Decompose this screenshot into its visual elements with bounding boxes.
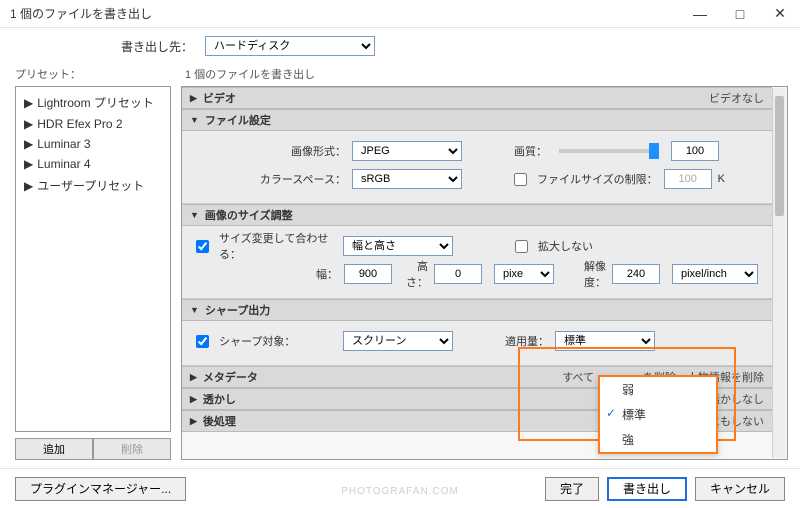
- no-enlarge-checkbox[interactable]: [515, 240, 528, 253]
- resolution-input[interactable]: [612, 264, 660, 284]
- panel-scrollbar[interactable]: [772, 88, 786, 458]
- presets-label: プリセット：: [15, 66, 171, 82]
- section-resize-header[interactable]: 画像のサイズ調整: [182, 204, 772, 226]
- preset-add-button[interactable]: 追加: [15, 438, 93, 460]
- resize-fit-select[interactable]: 幅と高さ: [343, 236, 453, 256]
- preset-item[interactable]: ▶HDR Efex Pro 2: [18, 114, 168, 134]
- settings-panel: ビデオ ビデオなし ファイル設定 画像形式： JPEG 画質： カラースペース：…: [181, 86, 788, 460]
- chevron-right-icon: ▶: [24, 157, 33, 171]
- maximize-button[interactable]: □: [720, 0, 760, 28]
- sharpen-amount-dropdown[interactable]: 弱 標準 強: [598, 375, 718, 454]
- size-unit-select[interactable]: pixel: [494, 264, 554, 284]
- chevron-right-icon: ▶: [24, 117, 33, 131]
- format-select[interactable]: JPEG: [352, 141, 462, 161]
- filesize-limit-input[interactable]: [664, 169, 712, 189]
- quality-label: 画質：: [514, 143, 547, 159]
- export-dest-select[interactable]: ハードディスク: [205, 36, 375, 56]
- format-label: 画像形式：: [196, 143, 346, 159]
- height-label: 高さ：: [406, 258, 428, 290]
- width-label: 幅：: [316, 266, 338, 282]
- preset-item[interactable]: ▶Lightroom プリセット: [18, 91, 168, 114]
- dropdown-option-strong[interactable]: 強: [600, 427, 716, 452]
- presets-list[interactable]: ▶Lightroom プリセット ▶HDR Efex Pro 2 ▶Lumina…: [15, 86, 171, 432]
- titlebar: 1 個のファイルを書き出し — □ ✕: [0, 0, 800, 28]
- slider-thumb[interactable]: [649, 143, 659, 159]
- filesize-limit-label: ファイルサイズの制限：: [537, 171, 658, 187]
- right-panel-label: 1 個のファイルを書き出し: [185, 66, 788, 82]
- sharpen-amount-select[interactable]: 標準: [555, 331, 655, 351]
- sharpen-target-label: シャープ対象：: [219, 333, 337, 349]
- scrollbar-thumb[interactable]: [775, 96, 784, 216]
- dropdown-option-standard[interactable]: 標準: [600, 402, 716, 427]
- no-enlarge-label: 拡大しない: [538, 238, 593, 254]
- resize-fit-checkbox[interactable]: [196, 240, 209, 253]
- resize-fit-label: サイズ変更して合わせる：: [219, 230, 337, 262]
- width-input[interactable]: [344, 264, 392, 284]
- section-sharpen-body: シャープ対象： スクリーン 適用量： 標準: [182, 321, 772, 366]
- height-input[interactable]: [434, 264, 482, 284]
- section-sharpen-header[interactable]: シャープ出力: [182, 299, 772, 321]
- filesize-limit-checkbox[interactable]: [514, 173, 527, 186]
- colorspace-select[interactable]: sRGB: [352, 169, 462, 189]
- sharpen-target-select[interactable]: スクリーン: [343, 331, 453, 351]
- colorspace-label: カラースペース：: [196, 171, 346, 187]
- section-video-header[interactable]: ビデオ ビデオなし: [182, 87, 772, 109]
- section-file-header[interactable]: ファイル設定: [182, 109, 772, 131]
- preset-item[interactable]: ▶Luminar 4: [18, 154, 168, 174]
- resolution-unit-select[interactable]: pixel/inch: [672, 264, 758, 284]
- export-dest-label: 書き出し先：: [0, 38, 205, 55]
- quality-input[interactable]: [671, 141, 719, 161]
- chevron-right-icon: ▶: [24, 137, 33, 151]
- section-file-body: 画像形式： JPEG 画質： カラースペース： sRGB ファイルサイズの制限：…: [182, 131, 772, 204]
- done-button[interactable]: 完了: [545, 477, 599, 501]
- quality-slider[interactable]: [559, 149, 659, 153]
- preset-item[interactable]: ▶Luminar 3: [18, 134, 168, 154]
- preset-item[interactable]: ▶ユーザープリセット: [18, 174, 168, 197]
- resolution-label: 解像度：: [580, 258, 606, 290]
- chevron-right-icon: ▶: [24, 96, 33, 110]
- export-button[interactable]: 書き出し: [607, 477, 687, 501]
- section-resize-body: サイズ変更して合わせる： 幅と高さ 拡大しない 幅： 高さ： pixel 解像度…: [182, 226, 772, 299]
- minimize-button[interactable]: —: [680, 0, 720, 28]
- cancel-button[interactable]: キャンセル: [695, 477, 785, 501]
- preset-remove-button[interactable]: 削除: [93, 438, 171, 460]
- close-button[interactable]: ✕: [760, 0, 800, 28]
- sharpen-enable-checkbox[interactable]: [196, 335, 209, 348]
- plugin-manager-button[interactable]: プラグインマネージャー...: [15, 477, 186, 501]
- dropdown-option-weak[interactable]: 弱: [600, 377, 716, 402]
- window-title: 1 個のファイルを書き出し: [10, 5, 152, 22]
- chevron-right-icon: ▶: [24, 179, 33, 193]
- sharpen-amount-label: 適用量：: [505, 333, 549, 349]
